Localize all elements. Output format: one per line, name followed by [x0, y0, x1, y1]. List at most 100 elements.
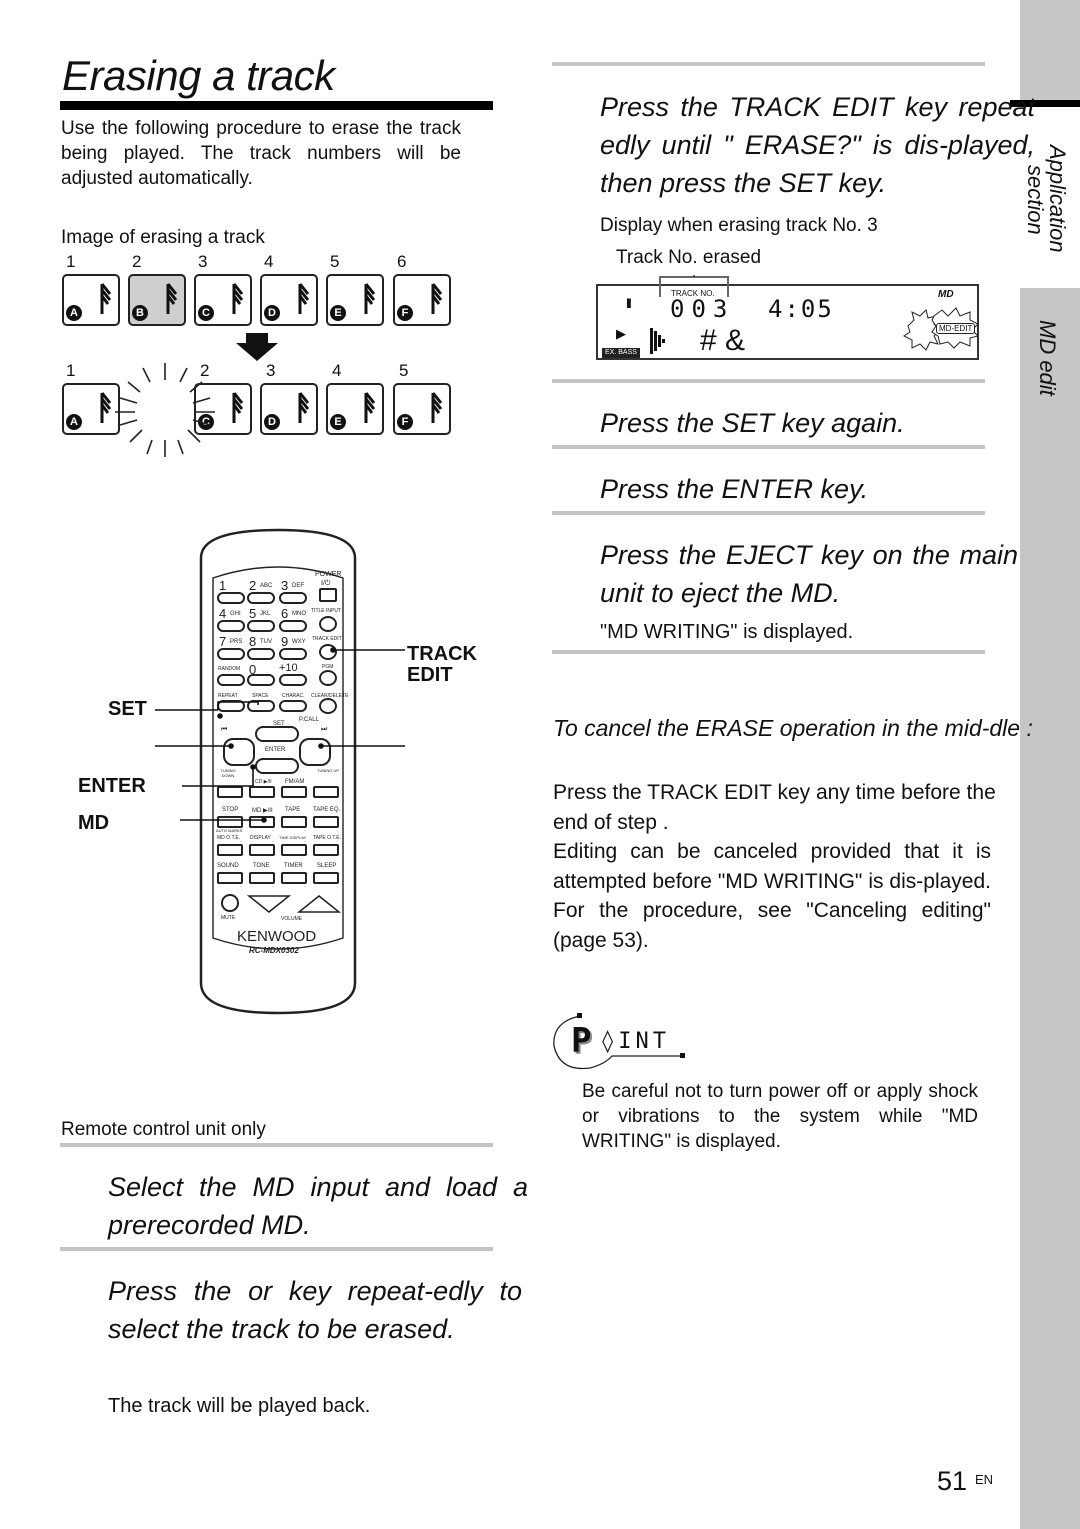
- step-3-heading: Press the TRACK EDIT key repeat edly unt…: [600, 92, 1035, 198]
- side-tab-section-line1: Application: [1045, 145, 1070, 253]
- function-button-row3[interactable]: [281, 844, 307, 856]
- title-underline: [60, 101, 493, 110]
- step-5-heading: Press the ENTER key.: [600, 474, 869, 504]
- track-number-after: 3: [266, 361, 276, 380]
- track-number-before: 2: [132, 252, 142, 271]
- callout-enter: ENTER: [78, 775, 146, 797]
- flash-burst-icon: [903, 307, 979, 351]
- step-1-heading: Select the MD input and load a prerecord…: [108, 1172, 528, 1240]
- ex-bass-indicator: EX. BASS: [602, 348, 640, 358]
- mute-label: MUTE: [221, 915, 236, 921]
- track-box: D: [260, 383, 318, 435]
- function-button-row3[interactable]: [217, 844, 243, 856]
- callout-track: TRACK: [407, 643, 477, 665]
- function-button-row3[interactable]: [249, 844, 275, 856]
- key-label-k4: 4: [219, 606, 227, 621]
- page-lang: EN: [975, 1472, 994, 1487]
- key-sublabel-k4: GHI: [230, 611, 241, 617]
- key-k4-button[interactable]: [217, 620, 245, 632]
- track-number-before: 5: [330, 252, 340, 271]
- key-sublabel-k3: DEF: [292, 583, 304, 589]
- callout-md: MD: [78, 812, 110, 834]
- track-letter: F: [397, 305, 413, 321]
- key-k5-button[interactable]: [247, 620, 275, 632]
- callout-set: SET: [108, 698, 147, 720]
- key-sublabel-k2: ABC: [260, 583, 273, 589]
- volume-buttons-icon[interactable]: [247, 892, 347, 916]
- music-note-icon: [100, 283, 112, 314]
- page-number: 51: [937, 1466, 968, 1496]
- step-2-heading: Press the or key repeat-edly to select t…: [108, 1276, 522, 1344]
- track-number-after: 1: [66, 361, 76, 380]
- key-label-k5: 5: [249, 606, 257, 621]
- function-button-row4[interactable]: [249, 872, 275, 884]
- track-box: A: [62, 274, 120, 326]
- function-button-row4[interactable]: [313, 872, 339, 884]
- lcd-display: TRACK NO. II 003 4:05 MD ▶ EX. BASS # & …: [596, 275, 979, 360]
- key-k1-button[interactable]: [217, 592, 245, 604]
- track-box: F: [393, 383, 451, 435]
- music-note-icon: [232, 283, 244, 314]
- step-3-caption: Display when erasing track No. 3: [600, 215, 878, 236]
- model-number: RC-MDX0302: [249, 946, 299, 955]
- track-box: C: [194, 274, 252, 326]
- pause-icon: II: [626, 295, 632, 311]
- divider: [552, 62, 985, 66]
- lcd-md-edit: MD-EDIT: [936, 323, 976, 334]
- key-label-k1: 1: [219, 578, 227, 593]
- track-erased-callout: Track No. erased: [616, 247, 762, 268]
- tone-label: TONE: [253, 863, 270, 869]
- cancel-p2: Editing can be canceled provided that it…: [553, 840, 991, 952]
- divider: [60, 1143, 493, 1147]
- music-note-icon: [298, 392, 310, 423]
- track-number-before: 3: [198, 252, 208, 271]
- track-letter: B: [132, 305, 148, 321]
- music-note-icon: [100, 392, 112, 423]
- power-label: POWER: [315, 571, 342, 578]
- power-button[interactable]: [319, 588, 337, 602]
- play-icon: ▶: [616, 326, 626, 341]
- key-sublabel-k6: MNO: [292, 611, 306, 617]
- remote-caption: Remote control unit only: [61, 1119, 266, 1140]
- cancel-heading: To cancel the ERASE operation in the mid…: [553, 715, 1033, 741]
- callout-lines: [155, 647, 405, 823]
- title-input-button[interactable]: [319, 616, 337, 632]
- function-button-row3[interactable]: [313, 844, 339, 856]
- track-letter: D: [264, 305, 280, 321]
- track-box: B: [128, 274, 186, 326]
- erased-burst-icon: [115, 363, 215, 457]
- point-text: Be careful not to turn power off or appl…: [582, 1081, 978, 1152]
- key-k6-button[interactable]: [279, 620, 307, 632]
- music-note-icon: [166, 283, 178, 314]
- track-box: D: [260, 274, 318, 326]
- intro-text: Use the following procedure to erase the…: [61, 118, 461, 189]
- mute-button[interactable]: [221, 894, 239, 912]
- track-letter: A: [66, 414, 82, 430]
- key-k3-button[interactable]: [279, 592, 307, 604]
- lcd-md-logo: MD: [938, 289, 954, 300]
- function-button-row4[interactable]: [217, 872, 243, 884]
- step-6-heading: Press the EJECT key on the main unit to …: [600, 540, 1018, 608]
- music-note-icon: [364, 283, 376, 314]
- track-letter: E: [330, 414, 346, 430]
- lcd-time: 4:05: [768, 295, 834, 323]
- divider: [60, 1247, 493, 1251]
- divider: [552, 511, 985, 515]
- volume-label: VOLUME: [281, 916, 303, 922]
- track-letter: D: [264, 414, 280, 430]
- key-label-k6: 6: [281, 606, 289, 621]
- step-6-note: "MD WRITING" is displayed.: [600, 621, 854, 643]
- music-note-icon: [431, 392, 443, 423]
- step-4-heading: Press the SET key again.: [600, 408, 905, 438]
- title-input-label: TITLE INPUT: [311, 608, 342, 614]
- divider: [552, 445, 985, 449]
- key-sublabel-k5: JKL: [260, 611, 271, 617]
- point-label-rest: ◊INT: [601, 1029, 670, 1054]
- power-symbol: I/⏻: [321, 580, 331, 587]
- function-button-row4[interactable]: [281, 872, 307, 884]
- track-letter: F: [397, 414, 413, 430]
- music-note-icon: [431, 283, 443, 314]
- down-arrow-icon: [236, 333, 278, 361]
- music-note-icon: [364, 392, 376, 423]
- key-k2-button[interactable]: [247, 592, 275, 604]
